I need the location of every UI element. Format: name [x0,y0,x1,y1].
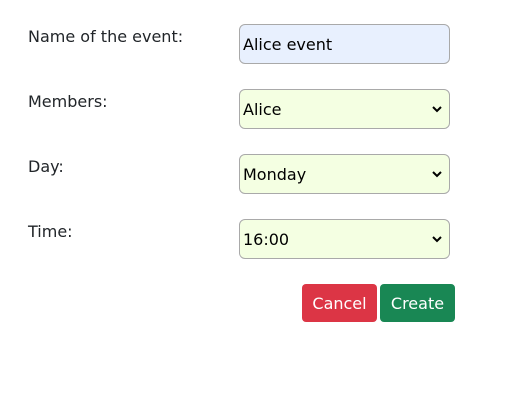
chevron-down-icon [431,233,443,245]
event-name-value: Alice event [243,34,333,54]
event-name-label: Name of the event: [28,27,184,46]
cancel-button[interactable]: Cancel [302,284,377,322]
time-selected-value: 16:00 [243,229,290,249]
time-label: Time: [28,222,73,241]
create-event-form: Name of the event: Alice event Members: … [0,0,518,418]
chevron-down-icon [431,168,443,180]
chevron-down-icon [431,103,443,115]
day-select[interactable]: Monday [239,154,450,194]
day-selected-value: Monday [243,164,307,184]
event-name-input[interactable]: Alice event [239,24,450,64]
day-label: Day: [28,157,64,176]
members-label: Members: [28,92,108,111]
members-select[interactable]: Alice [239,89,450,129]
create-button[interactable]: Create [380,284,455,322]
members-selected-value: Alice [243,99,282,119]
time-select[interactable]: 16:00 [239,219,450,259]
